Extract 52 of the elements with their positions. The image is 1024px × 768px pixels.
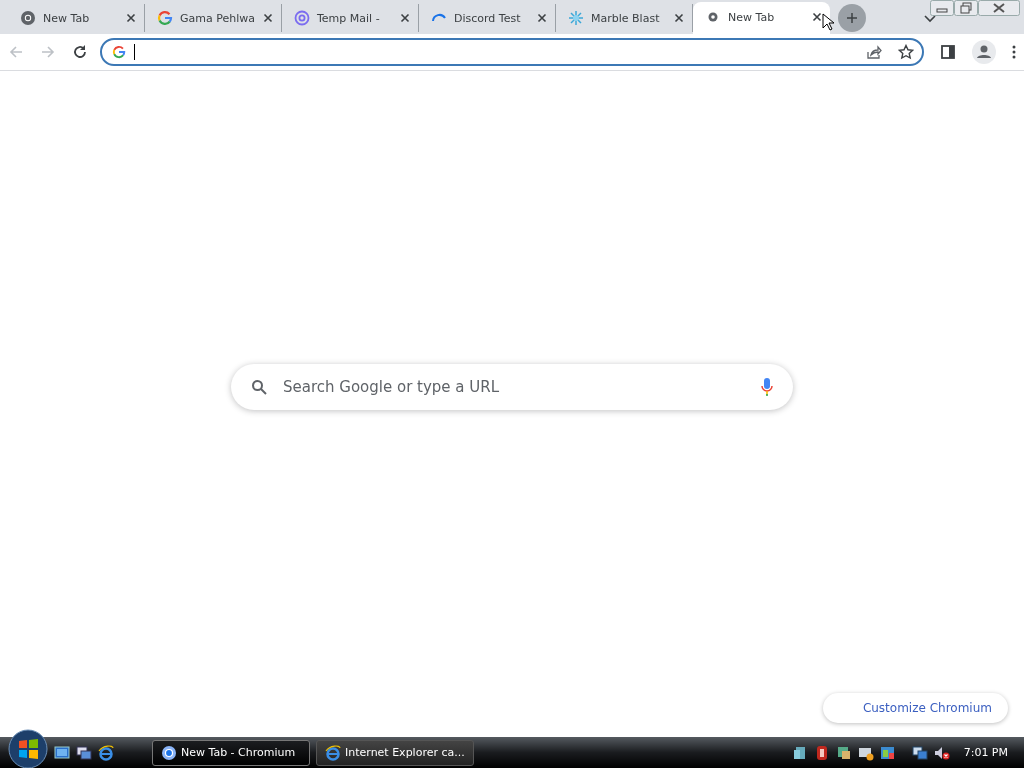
address-bar[interactable] <box>100 38 924 66</box>
sparkle-icon <box>568 10 584 26</box>
star-icon[interactable] <box>898 44 914 60</box>
menu-icon[interactable] <box>1012 44 1016 60</box>
tray-icon[interactable] <box>791 744 808 761</box>
google-icon <box>112 45 126 59</box>
switch-windows-icon[interactable] <box>76 744 92 761</box>
close-icon[interactable] <box>400 13 410 23</box>
browser-tab[interactable]: New Tab <box>693 2 830 34</box>
chevron-down-icon[interactable] <box>924 15 936 23</box>
tray-icon[interactable] <box>879 744 896 761</box>
reload-icon[interactable] <box>72 44 88 60</box>
plus-icon <box>846 12 858 24</box>
close-button[interactable] <box>978 0 1020 16</box>
tab-title: Discord Test <box>454 11 522 25</box>
close-icon[interactable] <box>537 13 547 23</box>
browser-tab[interactable]: Gama Pehlwa <box>145 4 282 32</box>
at-sign-icon <box>294 10 310 26</box>
new-tab-button[interactable] <box>838 4 866 32</box>
internet-explorer-icon[interactable] <box>98 744 114 761</box>
google-icon <box>157 10 173 26</box>
close-icon[interactable] <box>126 13 136 23</box>
side-panel-icon[interactable] <box>940 44 956 60</box>
customize-button[interactable]: Customize Chromium <box>822 693 1008 723</box>
chromium-icon <box>161 744 177 761</box>
restore-button[interactable] <box>954 0 978 16</box>
taskbar-button[interactable]: Internet Explorer ca... <box>316 739 474 766</box>
mouse-cursor-icon <box>822 13 834 31</box>
browser-tab[interactable]: Discord Test <box>419 4 556 32</box>
tab-title: New Tab <box>728 10 776 24</box>
internet-explorer-icon <box>325 744 341 761</box>
close-icon[interactable] <box>812 12 822 22</box>
start-button[interactable] <box>8 728 48 768</box>
tray-icon[interactable] <box>835 744 852 761</box>
browser-tab[interactable]: Temp Mail - <box>282 4 419 32</box>
microphone-icon[interactable] <box>761 377 773 397</box>
taskbar-button[interactable]: New Tab - Chromium <box>152 739 310 766</box>
tab-title: Temp Mail - <box>317 11 381 25</box>
search-icon <box>251 379 267 395</box>
tab-title: Marble Blast <box>591 11 661 25</box>
show-desktop-icon[interactable] <box>54 744 70 761</box>
browser-tab[interactable]: New Tab <box>8 4 145 32</box>
tab-title: Gama Pehlwa <box>180 11 256 25</box>
close-icon[interactable] <box>263 13 273 23</box>
network-icon[interactable] <box>911 744 928 761</box>
share-icon[interactable] <box>866 44 882 60</box>
clock: 7:01 PM <box>962 746 1009 759</box>
search-field[interactable]: Search Google or type a URL <box>281 377 747 397</box>
tab-title: New Tab <box>43 11 91 25</box>
chromium-icon <box>20 10 36 26</box>
profile-icon[interactable] <box>972 40 996 64</box>
close-icon[interactable] <box>674 13 684 23</box>
